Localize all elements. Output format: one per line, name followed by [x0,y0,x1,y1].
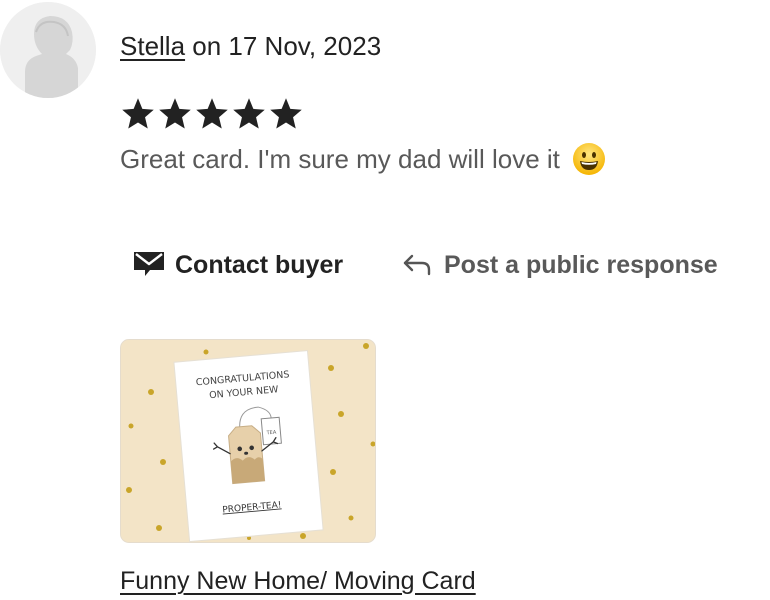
envelope-icon [133,248,165,283]
product-thumbnail[interactable]: CONGRATULATIONS ON YOUR NEW TEA PROPER-T… [120,339,376,543]
post-public-response-button[interactable]: Post a public response [402,246,718,284]
contact-buyer-button[interactable]: Contact buyer [133,246,343,284]
star-icon [196,98,228,129]
avatar[interactable] [0,2,96,98]
product-title-link[interactable]: Funny New Home/ Moving Card [120,564,476,598]
star-icon [233,98,265,129]
star-icon [159,98,191,129]
post-public-response-label: Post a public response [444,250,718,279]
review-date: on 17 Nov, 2023 [185,31,382,61]
review-text-row: Great card. I'm sure my dad will love it [120,142,606,176]
default-user-icon [0,2,96,98]
review-text: Great card. I'm sure my dad will love it [120,144,560,174]
star-rating [120,96,304,132]
review-header: Stella on 17 Nov, 2023 [120,29,381,63]
grinning-face-emoji-icon [572,142,606,176]
star-icon [122,98,154,129]
card-tag-label: TEA [265,430,277,437]
reply-arrow-icon [402,250,432,281]
star-icon [270,98,302,129]
reviewer-name-link[interactable]: Stella [120,31,185,61]
contact-buyer-label: Contact buyer [175,250,344,279]
